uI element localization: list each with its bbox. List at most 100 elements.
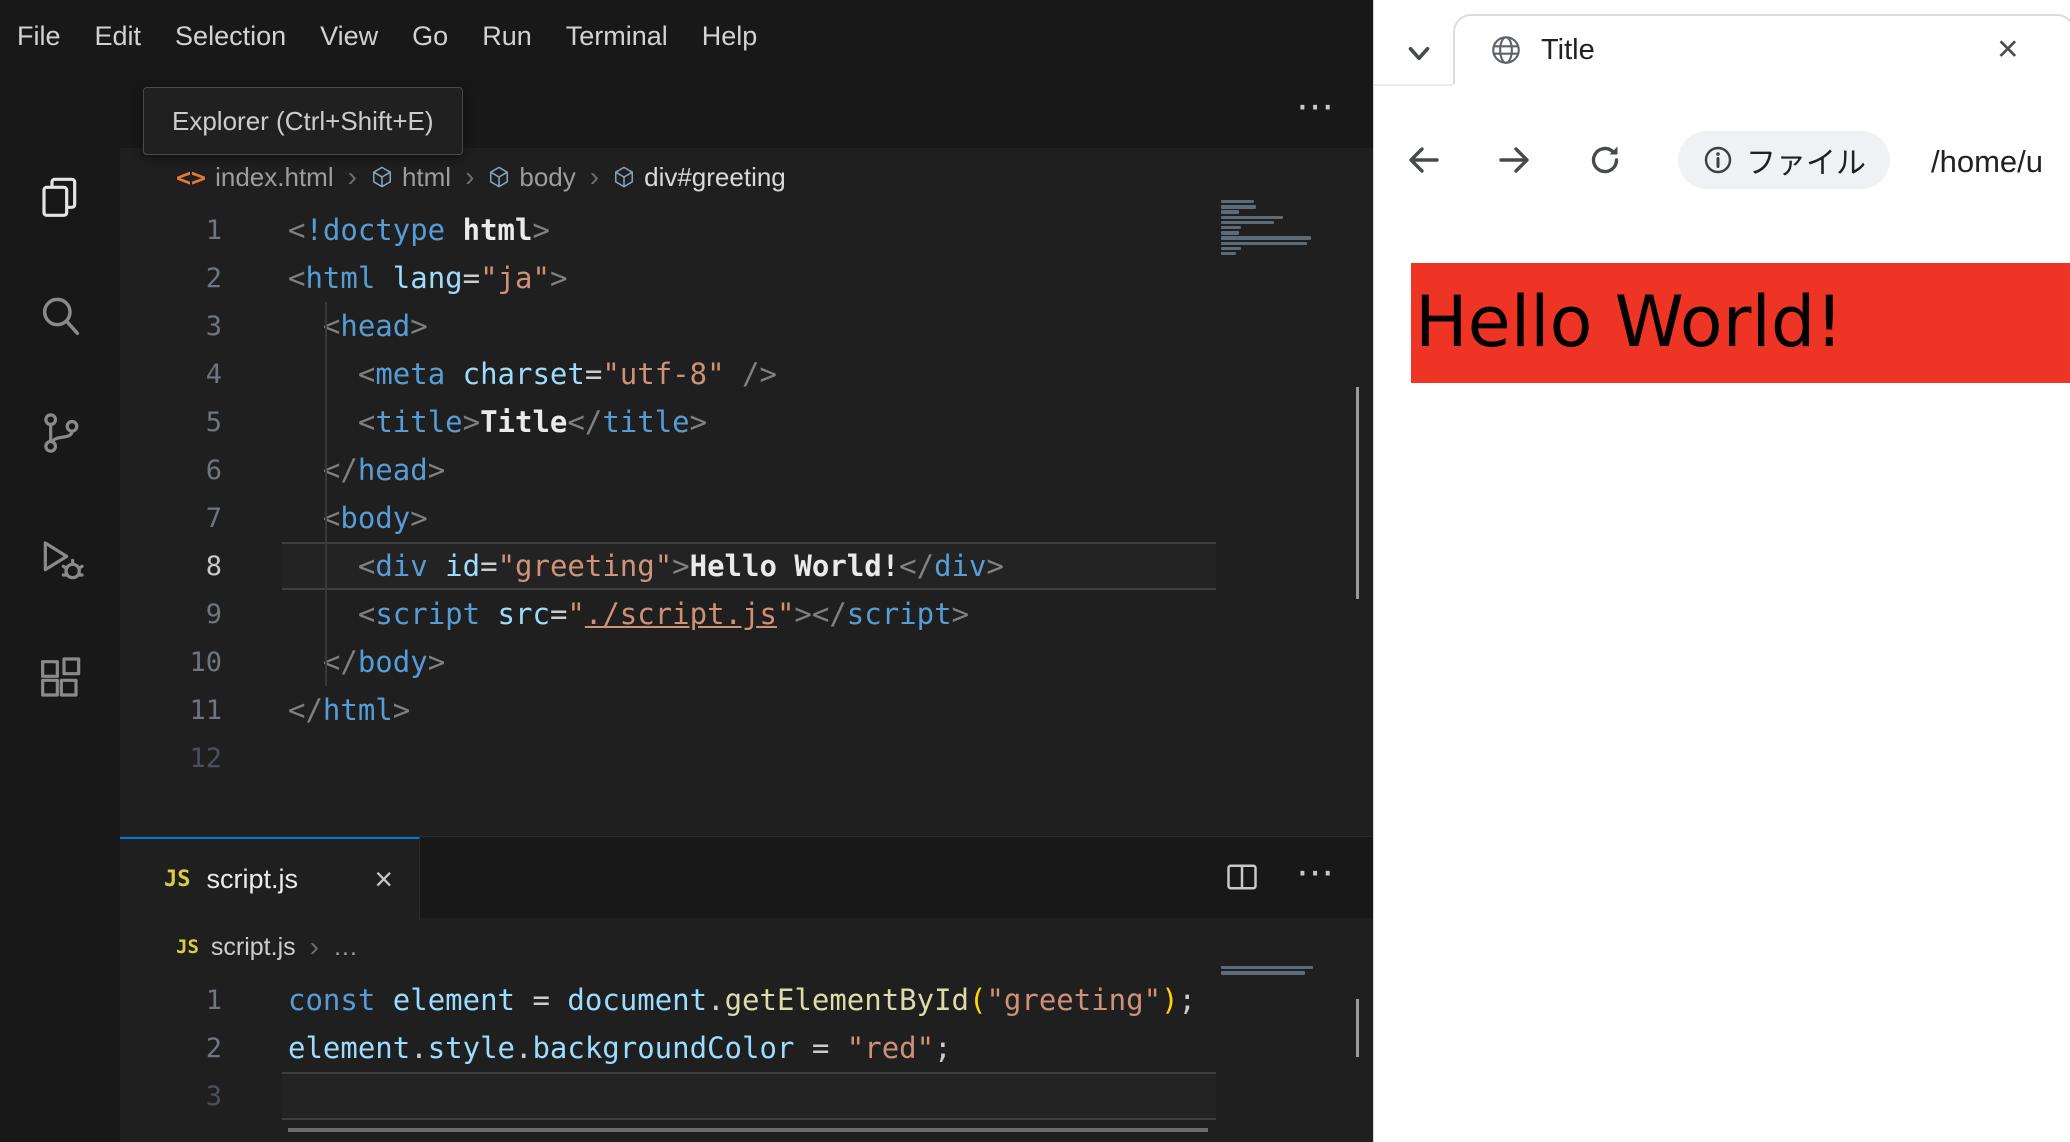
code-line[interactable]: 6 </head> [120, 446, 1373, 494]
vertical-scrollbar[interactable] [1356, 387, 1359, 599]
breadcrumb-label: body [519, 161, 576, 192]
js-file-icon: JS [164, 866, 191, 892]
code-line[interactable]: 5 <title>Title</title> [120, 398, 1373, 446]
breadcrumb-label: html [401, 161, 452, 192]
line-number: 6 [205, 454, 222, 486]
activity-bar [0, 73, 120, 1142]
panel-more-actions-button[interactable]: ⋯ [1296, 853, 1334, 893]
explorer-icon[interactable] [36, 174, 84, 222]
breadcrumb-script: JS script.js › … [120, 918, 1373, 976]
code-line[interactable]: 10 </body> [120, 638, 1373, 686]
js-file-icon: JS [176, 936, 199, 958]
split-editor-icon[interactable] [1224, 859, 1260, 900]
line-number: 10 [189, 646, 222, 678]
extensions-icon[interactable] [36, 655, 84, 703]
html-file-icon: <> [176, 162, 207, 192]
menu-file[interactable]: File [0, 21, 78, 52]
panel-tab-bar: JS script.js × ⋯ [120, 836, 1373, 919]
chevron-separator-icon: › [589, 161, 600, 192]
line-number: 9 [205, 598, 222, 630]
menu-go[interactable]: Go [395, 21, 465, 52]
hello-world-text: Hello World! [1415, 281, 1844, 363]
breadcrumb-label: div#greeting [644, 161, 786, 192]
symbol-cube-icon [371, 166, 393, 188]
line-number: 7 [205, 502, 222, 534]
symbol-cube-icon [488, 166, 510, 188]
line-number: 3 [205, 1080, 222, 1112]
indent-guide [325, 302, 327, 686]
line-number: 12 [189, 742, 222, 774]
code-line[interactable]: 12 [120, 734, 1373, 782]
close-tab-icon[interactable]: × [374, 861, 393, 898]
breadcrumb-item-file[interactable]: <> index.html [176, 162, 334, 193]
browser-window: Title × ファイル /home/u Hello World! [1373, 0, 2070, 1142]
code-line[interactable]: 3 [120, 1072, 1373, 1120]
page-red-block: Hello World! [1411, 263, 2070, 383]
address-bar[interactable]: ファイル [1678, 131, 1890, 189]
address-url[interactable]: /home/u [1931, 144, 2043, 180]
horizontal-scrollbar[interactable] [288, 1128, 1208, 1132]
line-number: 1 [205, 214, 222, 246]
menu-help[interactable]: Help [685, 21, 775, 52]
menu-edit[interactable]: Edit [78, 21, 159, 52]
code-line[interactable]: 9 <script src="./script.js"></script> [120, 590, 1373, 638]
menu-terminal[interactable]: Terminal [549, 21, 685, 52]
symbol-cube-icon [613, 166, 635, 188]
info-icon[interactable] [1702, 144, 1734, 176]
breadcrumb-item-more[interactable]: … [333, 933, 358, 962]
source-control-icon[interactable] [36, 409, 84, 457]
code-line[interactable]: 11 </html> [120, 686, 1373, 734]
search-icon[interactable] [36, 292, 84, 340]
chevron-separator-icon: › [309, 931, 319, 962]
line-number: 8 [205, 550, 222, 582]
menu-selection[interactable]: Selection [158, 21, 303, 52]
code-line[interactable]: 7 <body> [120, 494, 1373, 542]
browser-tab[interactable]: Title × [1453, 14, 2070, 84]
back-button[interactable] [1404, 140, 1444, 180]
code-line[interactable]: 8 <div id="greeting">Hello World!</div> [120, 542, 1373, 590]
vertical-scrollbar[interactable] [1356, 999, 1359, 1057]
breadcrumb-item-div-greeting[interactable]: div#greeting [613, 162, 786, 193]
editor-more-actions-button[interactable]: ⋯ [1296, 87, 1334, 127]
menu-run[interactable]: Run [465, 21, 549, 52]
tab-strip-divider [1374, 84, 1453, 86]
globe-icon [1489, 33, 1523, 67]
breadcrumb-file-label: index.html [215, 161, 334, 192]
code-line[interactable]: 4 <meta charset="utf-8" /> [120, 350, 1373, 398]
run-debug-icon[interactable] [36, 535, 84, 583]
code-line[interactable]: 2 element.style.backgroundColor = "red"; [120, 1024, 1373, 1072]
menu-bar: File Edit Selection View Go Run Terminal… [0, 0, 1373, 73]
code-line[interactable]: 1 <!doctype html> [120, 206, 1373, 254]
breadcrumb-item-html[interactable]: html [371, 162, 451, 193]
breadcrumb-item-script-js[interactable]: script.js [211, 933, 296, 962]
line-number: 1 [205, 984, 222, 1016]
chevron-separator-icon: › [347, 161, 357, 192]
close-tab-icon[interactable]: × [1997, 28, 2019, 70]
tab-search-chevron-icon[interactable] [1402, 36, 1436, 70]
address-chip-label: ファイル [1746, 147, 1866, 180]
code-line[interactable]: 2 <html lang="ja"> [120, 254, 1373, 302]
code-line[interactable]: 3 <head> [120, 302, 1373, 350]
tab-script-js[interactable]: JS script.js × [120, 837, 420, 919]
menu-view[interactable]: View [303, 21, 395, 52]
line-number: 3 [205, 310, 222, 342]
browser-tab-title: Title [1541, 33, 1595, 66]
explorer-tooltip: Explorer (Ctrl+Shift+E) [143, 87, 463, 155]
line-number: 2 [205, 1032, 222, 1064]
code-editor-html[interactable]: 1 <!doctype html> 2 <html lang="ja"> 3 <head… [120, 206, 1373, 782]
line-number: 2 [205, 262, 222, 294]
breadcrumb-item-body[interactable]: body [488, 161, 576, 193]
minimap[interactable] [1221, 966, 1317, 982]
tab-label: script.js [206, 863, 299, 894]
screen: File Edit Selection View Go Run Terminal… [0, 0, 2070, 1142]
breadcrumb: <> index.html › html › body › div#greeti… [120, 148, 1373, 206]
code-line[interactable]: 1 const element = document.getElementById… [120, 976, 1373, 1024]
line-number: 5 [205, 406, 222, 438]
code-editor-js[interactable]: 1 const element = document.getElementById… [120, 976, 1373, 1120]
line-number: 11 [189, 694, 222, 726]
chevron-separator-icon: › [465, 161, 475, 192]
forward-button[interactable] [1494, 140, 1534, 180]
line-number: 4 [205, 358, 222, 390]
reload-button[interactable] [1585, 140, 1625, 180]
minimap[interactable] [1221, 200, 1317, 262]
